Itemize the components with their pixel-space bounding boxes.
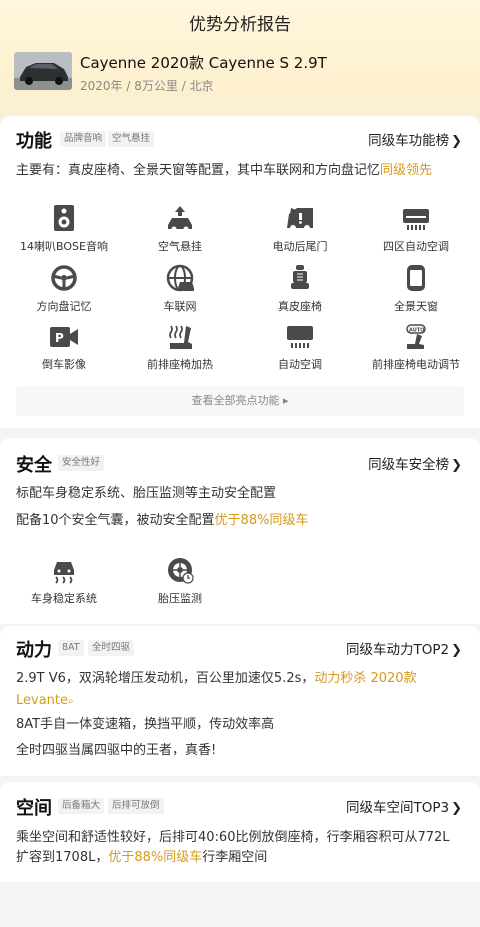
feature-item[interactable]: 电动后尾门 bbox=[240, 204, 360, 254]
features-desc-highlight: 同级领先 bbox=[380, 163, 433, 178]
features-desc-text: 主要有：真皮座椅、全景天窗等配置，其中车联网和方向盘记忆 bbox=[16, 163, 381, 178]
feature-label: 14喇叭BOSE音响 bbox=[20, 240, 108, 253]
reverse-camera-icon: P bbox=[50, 327, 78, 347]
svg-text:AUTO: AUTO bbox=[409, 328, 424, 334]
safety-title: 安全 bbox=[16, 455, 52, 476]
safety-card: 安全 安全性好 同级车安全榜 ❯ 标配车身稳定系统、胎压监测等主动安全配置 配备1… bbox=[0, 438, 480, 624]
space-tag: 后排可放倒 bbox=[108, 798, 164, 814]
feature-label: 电动后尾门 bbox=[272, 240, 328, 253]
safety-rank-link[interactable]: 同级车安全榜 ❯ bbox=[368, 453, 462, 473]
power-title: 动力 bbox=[16, 640, 52, 661]
tire-pressure-icon bbox=[168, 558, 194, 584]
chevron-right-icon: ❯ bbox=[451, 134, 462, 149]
space-card: 空间 后备箱大 后排可放倒 同级车空间TOP3 ❯ 乘坐空间和舒适性较好，后排可4… bbox=[0, 782, 480, 882]
feature-item[interactable]: 四区自动空调 bbox=[356, 204, 476, 254]
chevron-right-icon: ❯ bbox=[451, 801, 462, 816]
power-card: 动力 8AT 全时四驱 同级车动力TOP2 ❯ 2.9T V6，双涡轮增压发动机，… bbox=[0, 626, 480, 776]
feature-label: 车联网 bbox=[163, 300, 197, 313]
safety-line-1: 标配车身稳定系统、胎压监测等主动安全配置 bbox=[16, 486, 277, 501]
car-meta: 2020年 / 8万公里 / 北京 bbox=[80, 79, 214, 93]
svg-text:P: P bbox=[55, 331, 64, 345]
features-title: 功能 bbox=[16, 131, 52, 152]
power-tag: 全时四驱 bbox=[88, 640, 135, 656]
safety-item-label: 胎压监测 bbox=[158, 592, 202, 605]
power-line1-highlight: 动力秒杀 2020款 bbox=[314, 671, 417, 686]
view-all-features-button[interactable]: 查看全部亮点功能 ▸ bbox=[16, 386, 464, 416]
connected-car-icon bbox=[166, 264, 194, 292]
chevron-right-icon: ❯ bbox=[451, 458, 462, 473]
speaker-icon bbox=[54, 205, 74, 231]
power-tailgate-icon bbox=[287, 208, 313, 231]
car-title: Cayenne 2020款 Cayenne S 2.9T bbox=[80, 54, 327, 72]
features-rank-link[interactable]: 同级车功能榜 ❯ bbox=[368, 129, 462, 149]
power-rank-link[interactable]: 同级车动力TOP2 ❯ bbox=[346, 638, 462, 658]
feature-tag: 空气悬挂 bbox=[108, 131, 155, 147]
page-title: 优势分析报告 bbox=[189, 15, 291, 35]
caret-right-icon: ▸ bbox=[282, 394, 289, 407]
feature-item[interactable]: 全景天窗 bbox=[356, 264, 476, 314]
feature-item[interactable]: 自动空调 bbox=[240, 324, 360, 372]
space-title: 空间 bbox=[16, 798, 52, 819]
safety-rank-label: 同级车安全榜 bbox=[368, 457, 450, 473]
safety-item-label: 车身稳定系统 bbox=[31, 592, 97, 605]
panoramic-roof-icon bbox=[407, 265, 425, 291]
power-line1-highlight-2[interactable]: Levante bbox=[16, 693, 68, 708]
features-rank-label: 同级车功能榜 bbox=[368, 133, 450, 149]
chevron-right-icon: ❯ bbox=[451, 643, 462, 658]
feature-item[interactable]: 空气悬挂 bbox=[120, 204, 240, 254]
air-suspension-icon bbox=[168, 206, 192, 232]
climate-zone-icon bbox=[403, 209, 429, 230]
feature-label: 全景天窗 bbox=[394, 300, 438, 313]
feature-label: 四区自动空调 bbox=[383, 240, 449, 253]
feature-item[interactable]: P 倒车影像 bbox=[4, 324, 124, 372]
view-all-label: 查看全部亮点功能 bbox=[191, 394, 280, 407]
features-description: 主要有：真皮座椅、全景天窗等配置，其中车联网和方向盘记忆同级领先 bbox=[16, 160, 464, 182]
space-line2-suffix: 行李厢空间 bbox=[202, 850, 268, 865]
feature-item[interactable]: 真皮座椅 bbox=[240, 264, 360, 314]
feature-item[interactable]: 前排座椅加热 bbox=[120, 324, 240, 372]
feature-label: 前排座椅电动调节 bbox=[372, 358, 460, 371]
car-thumbnail bbox=[14, 52, 72, 90]
feature-item[interactable]: 14喇叭BOSE音响 bbox=[4, 204, 124, 254]
safety-item[interactable]: 胎压监测 bbox=[120, 556, 240, 606]
search-icon[interactable]: ⌕ bbox=[68, 696, 74, 707]
features-card: 功能 品牌音响 空气悬挂 同级车功能榜 ❯ 主要有：真皮座椅、全景天窗等配置，其中… bbox=[0, 116, 480, 428]
safety-line-2: 配备10个安全气囊，被动安全配置优于88%同级车 bbox=[16, 510, 464, 532]
power-rank-label: 同级车动力TOP2 bbox=[345, 642, 450, 658]
feature-item[interactable]: AUTO 前排座椅电动调节 bbox=[356, 324, 476, 372]
power-line-3: 全时四驱当属四驱中的王者，真香! bbox=[16, 743, 217, 758]
power-tag: 8AT bbox=[58, 640, 84, 656]
stability-control-icon bbox=[54, 562, 74, 584]
space-line2-highlight: 优于88%同级车 bbox=[108, 850, 203, 865]
space-rank-label: 同级车空间TOP3 bbox=[345, 800, 450, 816]
power-line-2: 8AT手自一体变速箱，换挡平顺，传动效率高 bbox=[16, 717, 275, 732]
space-line2-text: 扩容到1708L， bbox=[16, 850, 109, 865]
leather-seat-icon bbox=[291, 265, 309, 289]
space-tag: 后备箱大 bbox=[58, 798, 105, 814]
power-line-1: 2.9T V6，双涡轮增压发动机，百公里加速仅5.2s，动力秒杀 2020款 Le… bbox=[16, 668, 464, 713]
seat-heating-icon bbox=[169, 325, 192, 349]
safety-tag: 安全性好 bbox=[58, 455, 105, 471]
space-rank-link[interactable]: 同级车空间TOP3 ❯ bbox=[346, 796, 462, 816]
feature-label: 前排座椅加热 bbox=[147, 358, 213, 371]
safety-line2-highlight: 优于88%同级车 bbox=[214, 513, 309, 528]
feature-label: 自动空调 bbox=[278, 358, 322, 371]
feature-label: 空气悬挂 bbox=[158, 240, 202, 253]
space-line-1: 乘坐空间和舒适性较好，后排可40:60比例放倒座椅，行李厢容积可从772L bbox=[16, 830, 450, 845]
safety-line2-text: 配备10个安全气囊，被动安全配置 bbox=[16, 513, 215, 528]
feature-item[interactable]: 车联网 bbox=[120, 264, 240, 314]
feature-label: 真皮座椅 bbox=[278, 300, 322, 313]
power-seat-icon: AUTO bbox=[406, 324, 426, 349]
feature-label: 方向盘记忆 bbox=[36, 300, 92, 313]
auto-ac-icon bbox=[287, 326, 313, 348]
space-line-2: 扩容到1708L，优于88%同级车行李厢空间 bbox=[16, 847, 464, 869]
feature-label: 倒车影像 bbox=[42, 358, 86, 371]
safety-item[interactable]: 车身稳定系统 bbox=[4, 556, 124, 606]
power-line1-text: 2.9T V6，双涡轮增压发动机，百公里加速仅5.2s， bbox=[16, 671, 315, 686]
feature-item[interactable]: 方向盘记忆 bbox=[4, 264, 124, 314]
steering-wheel-icon bbox=[51, 265, 77, 291]
feature-tag: 品牌音响 bbox=[60, 131, 107, 147]
